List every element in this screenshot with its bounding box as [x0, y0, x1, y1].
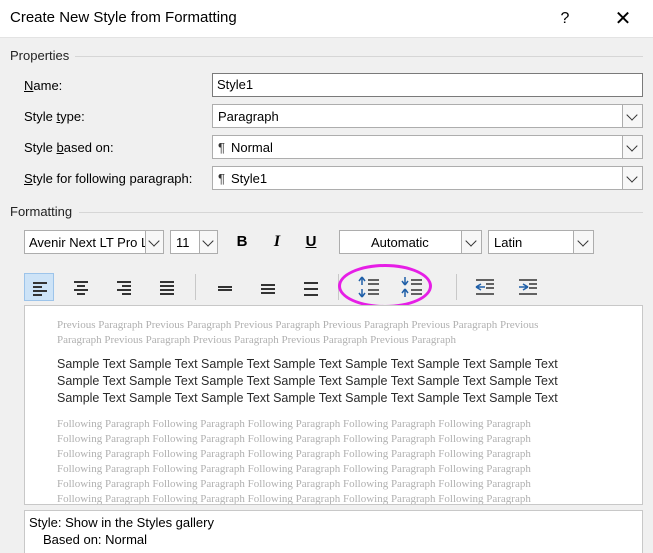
- single-spacing-button[interactable]: [210, 273, 240, 301]
- following-paragraph-line: Following Paragraph Following Paragraph …: [57, 418, 531, 430]
- style-description-line: Based on: Normal: [43, 532, 148, 547]
- toolbar-separator: [195, 274, 196, 300]
- font-name-value: Avenir Next LT Pro L: [29, 235, 149, 250]
- bold-button[interactable]: B: [231, 230, 253, 254]
- based-on-select[interactable]: ¶ Normal: [212, 135, 643, 159]
- pilcrow-icon: ¶: [218, 140, 225, 155]
- font-color-select[interactable]: Automatic: [339, 230, 482, 254]
- decrease-indent-icon: [475, 279, 494, 295]
- following-paragraph-block: Following Paragraph Following Paragraph …: [57, 417, 637, 505]
- close-button[interactable]: ✕: [606, 5, 640, 33]
- chevron-down-icon[interactable]: [622, 167, 642, 189]
- justify-icon: [160, 281, 174, 295]
- style-preview-pane: Previous Paragraph Previous Paragraph Pr…: [24, 305, 643, 505]
- following-paragraph-line: Following Paragraph Following Paragraph …: [57, 493, 531, 505]
- one-half-spacing-icon: [261, 281, 275, 294]
- align-right-icon: [117, 281, 131, 295]
- based-on-value: Normal: [230, 140, 273, 155]
- align-center-button[interactable]: [66, 273, 96, 301]
- title-bar: Create New Style from Formatting ? ✕: [0, 0, 653, 38]
- chevron-down-icon[interactable]: [199, 231, 217, 253]
- single-spacing-icon: [218, 281, 232, 293]
- following-style-label: Style for following paragraph:: [24, 171, 193, 186]
- following-paragraph-line: Following Paragraph Following Paragraph …: [57, 448, 531, 460]
- underline-button[interactable]: U: [300, 230, 322, 254]
- increase-indent-button[interactable]: [513, 273, 543, 301]
- style-type-select[interactable]: Paragraph: [212, 104, 643, 128]
- font-size-value: 11: [176, 235, 190, 250]
- style-type-value: Paragraph: [218, 109, 279, 124]
- sample-text-line: Sample Text Sample Text Sample Text Samp…: [57, 391, 558, 405]
- help-button[interactable]: ?: [548, 6, 582, 32]
- double-spacing-icon: [304, 281, 318, 296]
- chevron-down-icon[interactable]: [573, 231, 593, 253]
- font-color-value: Automatic: [371, 235, 429, 250]
- pilcrow-icon: ¶: [218, 171, 225, 186]
- dialog-title: Create New Style from Formatting: [10, 9, 237, 26]
- style-description-line: Style: Show in the Styles gallery: [29, 515, 214, 530]
- increase-indent-icon: [519, 279, 537, 295]
- style-description-box: Style: Show in the Styles gallery Based …: [24, 510, 643, 553]
- following-paragraph-line: Following Paragraph Following Paragraph …: [57, 433, 531, 445]
- formatting-section-label: Formatting: [10, 204, 73, 219]
- sample-text-block: Sample Text Sample Text Sample Text Samp…: [57, 356, 637, 407]
- previous-paragraph-line: Previous Paragraph Previous Paragraph Pr…: [57, 319, 539, 331]
- chevron-down-icon[interactable]: [145, 231, 163, 253]
- previous-paragraph-line: Paragraph Previous Paragraph Previous Pa…: [57, 334, 456, 346]
- name-input[interactable]: Style1: [212, 73, 643, 97]
- one-half-spacing-button[interactable]: [253, 273, 283, 301]
- italic-button[interactable]: I: [266, 230, 288, 254]
- chevron-down-icon[interactable]: [622, 136, 642, 158]
- properties-divider: [75, 56, 643, 57]
- following-style-select[interactable]: ¶ Style1: [212, 166, 643, 190]
- sample-text-line: Sample Text Sample Text Sample Text Samp…: [57, 374, 558, 388]
- properties-section-label: Properties: [10, 48, 70, 63]
- highlight-ellipse: [338, 264, 432, 308]
- align-right-button[interactable]: [109, 273, 139, 301]
- formatting-divider: [79, 212, 643, 213]
- following-style-value: Style1: [230, 171, 268, 186]
- previous-paragraph-block: Previous Paragraph Previous Paragraph Pr…: [57, 318, 637, 348]
- style-type-label: Style type:: [24, 109, 85, 124]
- align-left-icon: [33, 282, 47, 296]
- script-value: Latin: [494, 235, 523, 250]
- justify-button[interactable]: [152, 273, 182, 301]
- chevron-down-icon[interactable]: [461, 231, 481, 253]
- decrease-indent-button[interactable]: [470, 273, 500, 301]
- double-spacing-button[interactable]: [296, 273, 326, 301]
- sample-text-line: Sample Text Sample Text Sample Text Samp…: [57, 357, 558, 371]
- font-name-select[interactable]: Avenir Next LT Pro L: [24, 230, 164, 254]
- align-left-button[interactable]: [24, 273, 54, 301]
- chevron-down-icon[interactable]: [622, 105, 642, 127]
- name-label: Name:: [24, 78, 63, 93]
- based-on-label: Style based on:: [24, 140, 114, 155]
- toolbar-separator: [456, 274, 457, 300]
- script-select[interactable]: Latin: [488, 230, 594, 254]
- font-size-select[interactable]: 11: [170, 230, 218, 254]
- following-paragraph-line: Following Paragraph Following Paragraph …: [57, 463, 531, 475]
- following-paragraph-line: Following Paragraph Following Paragraph …: [57, 478, 531, 490]
- align-center-icon: [74, 281, 88, 295]
